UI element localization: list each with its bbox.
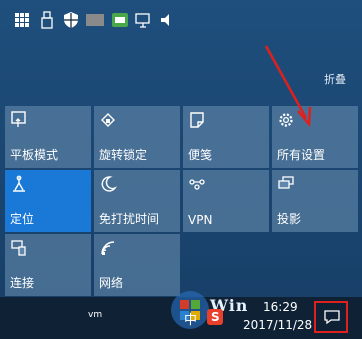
tile-vpn[interactable]: VPN: [183, 170, 269, 232]
gear-icon: [279, 113, 293, 127]
connect-icon: [11, 240, 26, 256]
network-icon: [101, 241, 115, 255]
tile-network[interactable]: 网络: [94, 234, 180, 296]
tablet-mode-icon: [11, 111, 26, 127]
tile-location[interactable]: 定位: [5, 170, 91, 232]
note-icon: [190, 112, 204, 128]
ime-indicator[interactable]: 中: [184, 309, 197, 328]
clock-date[interactable]: 2017/11/28: [243, 318, 312, 332]
tile-note[interactable]: 便笺: [183, 106, 269, 168]
moon-icon: [101, 176, 118, 192]
tile-label: 免打扰时间: [99, 212, 160, 226]
sogou-label: S: [211, 310, 220, 324]
project-icon: [278, 176, 294, 189]
shield-icon[interactable]: [61, 10, 81, 30]
tile-label: 旋转锁定: [99, 148, 148, 162]
tile-rotation-lock[interactable]: 旋转锁定: [94, 106, 180, 168]
tile-tablet-mode[interactable]: 平板模式: [5, 106, 91, 168]
action-center-panel: 折叠 平板模式 旋转锁定 便笺 所有设置 定位 免打扰时间 VPN 投影 连接 …: [0, 0, 362, 297]
vmware-label: vm: [88, 310, 103, 320]
tile-label: 所有设置: [277, 148, 326, 162]
location-icon: [13, 175, 25, 192]
tile-project[interactable]: 投影: [272, 170, 358, 232]
monitor-icon[interactable]: [134, 10, 154, 30]
tile-quiet-hours[interactable]: 免打扰时间: [94, 170, 180, 232]
usb-icon[interactable]: [37, 10, 57, 30]
tile-label: 连接: [10, 276, 35, 290]
collapse-link[interactable]: 折叠: [324, 71, 346, 87]
grid-menu-icon[interactable]: [12, 10, 32, 30]
tile-label: 定位: [10, 212, 35, 226]
vpn-icon: [189, 179, 205, 190]
tile-label: 投影: [277, 212, 302, 226]
green-app-icon[interactable]: [110, 10, 130, 30]
tile-label: 网络: [99, 276, 124, 290]
tile-label: VPN: [188, 213, 213, 227]
tile-label: 平板模式: [10, 148, 59, 162]
notification-center-button[interactable]: [314, 301, 348, 333]
speaker-icon[interactable]: [158, 10, 178, 30]
vmware-icon[interactable]: [85, 10, 105, 30]
rotation-lock-icon: [101, 113, 115, 127]
tile-connect[interactable]: 连接: [5, 234, 91, 296]
tile-label: 便笺: [188, 148, 213, 162]
tile-all-settings[interactable]: 所有设置: [272, 106, 358, 168]
speech-bubble-icon: [324, 310, 340, 325]
clock-time[interactable]: 16:29: [263, 300, 298, 314]
